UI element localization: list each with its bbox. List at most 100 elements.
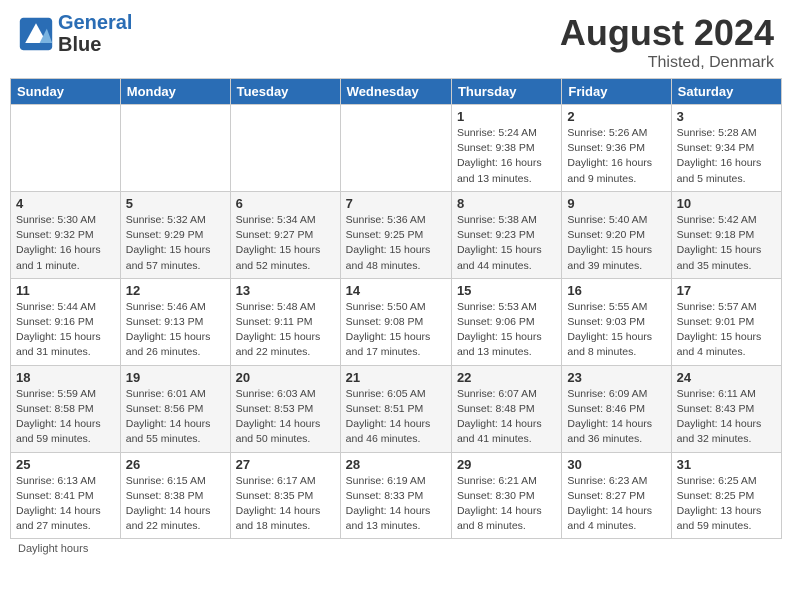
day-cell bbox=[230, 105, 340, 192]
day-number: 5 bbox=[126, 196, 225, 211]
day-info: Sunrise: 5:55 AM Sunset: 9:03 PM Dayligh… bbox=[567, 300, 665, 361]
logo: General Blue bbox=[18, 12, 132, 56]
day-cell bbox=[11, 105, 121, 192]
day-info: Sunrise: 6:01 AM Sunset: 8:56 PM Dayligh… bbox=[126, 387, 225, 448]
day-info: Sunrise: 5:48 AM Sunset: 9:11 PM Dayligh… bbox=[236, 300, 335, 361]
day-info: Sunrise: 5:57 AM Sunset: 9:01 PM Dayligh… bbox=[677, 300, 776, 361]
day-number: 31 bbox=[677, 457, 776, 472]
day-info: Sunrise: 5:24 AM Sunset: 9:38 PM Dayligh… bbox=[457, 126, 556, 187]
day-number: 15 bbox=[457, 283, 556, 298]
day-number: 20 bbox=[236, 370, 335, 385]
day-info: Sunrise: 5:46 AM Sunset: 9:13 PM Dayligh… bbox=[126, 300, 225, 361]
day-number: 7 bbox=[346, 196, 446, 211]
day-cell: 31 Sunrise: 6:25 AM Sunset: 8:25 PM Dayli… bbox=[671, 452, 781, 539]
day-cell: 9 Sunrise: 5:40 AM Sunset: 9:20 PM Daylig… bbox=[562, 191, 671, 278]
day-info: Sunrise: 6:19 AM Sunset: 8:33 PM Dayligh… bbox=[346, 474, 446, 535]
day-cell: 16 Sunrise: 5:55 AM Sunset: 9:03 PM Dayli… bbox=[562, 278, 671, 365]
day-info: Sunrise: 5:30 AM Sunset: 9:32 PM Dayligh… bbox=[16, 213, 115, 274]
day-number: 16 bbox=[567, 283, 665, 298]
day-cell: 22Sunrise: 6:07 AM Sunset: 8:48 PM Dayli… bbox=[451, 365, 561, 452]
day-number: 3 bbox=[677, 109, 776, 124]
logo-text: General Blue bbox=[58, 12, 132, 56]
calendar-header-row: SundayMondayTuesdayWednesdayThursdayFrid… bbox=[11, 79, 782, 105]
day-number: 21 bbox=[346, 370, 446, 385]
day-info: Sunrise: 6:23 AM Sunset: 8:27 PM Dayligh… bbox=[567, 474, 665, 535]
week-row-4: 18 Sunrise: 5:59 AM Sunset: 8:58 PM Dayli… bbox=[11, 365, 782, 452]
day-info: Sunrise: 5:44 AM Sunset: 9:16 PM Dayligh… bbox=[16, 300, 115, 361]
day-number: 9 bbox=[567, 196, 665, 211]
day-number: 19 bbox=[126, 370, 225, 385]
header: General Blue August 2024 Thisted, Denmar… bbox=[0, 0, 792, 78]
footer: Daylight hours bbox=[0, 539, 792, 559]
day-info: Sunrise: 6:05 AM Sunset: 8:51 PM Dayligh… bbox=[346, 387, 446, 448]
day-cell: 24Sunrise: 6:11 AM Sunset: 8:43 PM Dayli… bbox=[671, 365, 781, 452]
day-number: 30 bbox=[567, 457, 665, 472]
title-block: August 2024 Thisted, Denmark bbox=[560, 12, 774, 72]
subtitle: Thisted, Denmark bbox=[560, 54, 774, 72]
day-number: 1 bbox=[457, 109, 556, 124]
day-cell: 26 Sunrise: 6:15 AM Sunset: 8:38 PM Dayli… bbox=[120, 452, 230, 539]
day-cell: 23Sunrise: 6:09 AM Sunset: 8:46 PM Dayli… bbox=[562, 365, 671, 452]
day-info: Sunrise: 6:07 AM Sunset: 8:48 PM Dayligh… bbox=[457, 387, 556, 448]
day-cell: 10Sunrise: 5:42 AM Sunset: 9:18 PM Dayli… bbox=[671, 191, 781, 278]
calendar-table: SundayMondayTuesdayWednesdayThursdayFrid… bbox=[10, 78, 782, 539]
day-info: Sunrise: 5:53 AM Sunset: 9:06 PM Dayligh… bbox=[457, 300, 556, 361]
day-number: 6 bbox=[236, 196, 335, 211]
day-number: 4 bbox=[16, 196, 115, 211]
header-cell-tuesday: Tuesday bbox=[230, 79, 340, 105]
day-info: Sunrise: 5:26 AM Sunset: 9:36 PM Dayligh… bbox=[567, 126, 665, 187]
day-cell: 4 Sunrise: 5:30 AM Sunset: 9:32 PM Daylig… bbox=[11, 191, 121, 278]
day-cell: 30 Sunrise: 6:23 AM Sunset: 8:27 PM Dayli… bbox=[562, 452, 671, 539]
day-info: Sunrise: 5:59 AM Sunset: 8:58 PM Dayligh… bbox=[16, 387, 115, 448]
day-info: Sunrise: 5:50 AM Sunset: 9:08 PM Dayligh… bbox=[346, 300, 446, 361]
day-info: Sunrise: 5:34 AM Sunset: 9:27 PM Dayligh… bbox=[236, 213, 335, 274]
day-number: 23 bbox=[567, 370, 665, 385]
day-cell: 3 Sunrise: 5:28 AM Sunset: 9:34 PM Daylig… bbox=[671, 105, 781, 192]
day-cell: 12Sunrise: 5:46 AM Sunset: 9:13 PM Dayli… bbox=[120, 278, 230, 365]
header-cell-wednesday: Wednesday bbox=[340, 79, 451, 105]
day-info: Sunrise: 6:03 AM Sunset: 8:53 PM Dayligh… bbox=[236, 387, 335, 448]
day-number: 8 bbox=[457, 196, 556, 211]
day-info: Sunrise: 5:38 AM Sunset: 9:23 PM Dayligh… bbox=[457, 213, 556, 274]
logo-line1: General bbox=[58, 12, 132, 34]
logo-icon bbox=[18, 16, 54, 52]
day-info: Sunrise: 6:15 AM Sunset: 8:38 PM Dayligh… bbox=[126, 474, 225, 535]
header-cell-saturday: Saturday bbox=[671, 79, 781, 105]
day-cell: 1 Sunrise: 5:24 AM Sunset: 9:38 PM Daylig… bbox=[451, 105, 561, 192]
day-number: 14 bbox=[346, 283, 446, 298]
week-row-5: 25Sunrise: 6:13 AM Sunset: 8:41 PM Dayli… bbox=[11, 452, 782, 539]
day-number: 29 bbox=[457, 457, 556, 472]
day-cell: 19 Sunrise: 6:01 AM Sunset: 8:56 PM Dayli… bbox=[120, 365, 230, 452]
day-cell: 21 Sunrise: 6:05 AM Sunset: 8:51 PM Dayli… bbox=[340, 365, 451, 452]
day-info: Sunrise: 5:32 AM Sunset: 9:29 PM Dayligh… bbox=[126, 213, 225, 274]
day-info: Sunrise: 6:25 AM Sunset: 8:25 PM Dayligh… bbox=[677, 474, 776, 535]
header-cell-sunday: Sunday bbox=[11, 79, 121, 105]
day-cell: 27Sunrise: 6:17 AM Sunset: 8:35 PM Dayli… bbox=[230, 452, 340, 539]
day-number: 25 bbox=[16, 457, 115, 472]
day-number: 26 bbox=[126, 457, 225, 472]
day-cell: 11Sunrise: 5:44 AM Sunset: 9:16 PM Dayli… bbox=[11, 278, 121, 365]
week-row-2: 4 Sunrise: 5:30 AM Sunset: 9:32 PM Daylig… bbox=[11, 191, 782, 278]
week-row-3: 11Sunrise: 5:44 AM Sunset: 9:16 PM Dayli… bbox=[11, 278, 782, 365]
day-cell: 20 Sunrise: 6:03 AM Sunset: 8:53 PM Dayli… bbox=[230, 365, 340, 452]
day-cell: 28 Sunrise: 6:19 AM Sunset: 8:33 PM Dayli… bbox=[340, 452, 451, 539]
day-number: 18 bbox=[16, 370, 115, 385]
header-cell-friday: Friday bbox=[562, 79, 671, 105]
day-info: Sunrise: 5:28 AM Sunset: 9:34 PM Dayligh… bbox=[677, 126, 776, 187]
day-number: 28 bbox=[346, 457, 446, 472]
day-cell: 18 Sunrise: 5:59 AM Sunset: 8:58 PM Dayli… bbox=[11, 365, 121, 452]
day-cell: 25Sunrise: 6:13 AM Sunset: 8:41 PM Dayli… bbox=[11, 452, 121, 539]
day-number: 13 bbox=[236, 283, 335, 298]
day-cell: 14 Sunrise: 5:50 AM Sunset: 9:08 PM Dayli… bbox=[340, 278, 451, 365]
week-row-1: 1 Sunrise: 5:24 AM Sunset: 9:38 PM Daylig… bbox=[11, 105, 782, 192]
header-cell-thursday: Thursday bbox=[451, 79, 561, 105]
page-container: General Blue August 2024 Thisted, Denmar… bbox=[0, 0, 792, 559]
day-info: Sunrise: 5:36 AM Sunset: 9:25 PM Dayligh… bbox=[346, 213, 446, 274]
day-info: Sunrise: 6:11 AM Sunset: 8:43 PM Dayligh… bbox=[677, 387, 776, 448]
calendar-wrapper: SundayMondayTuesdayWednesdayThursdayFrid… bbox=[0, 78, 792, 539]
day-cell: 7 Sunrise: 5:36 AM Sunset: 9:25 PM Daylig… bbox=[340, 191, 451, 278]
day-info: Sunrise: 5:42 AM Sunset: 9:18 PM Dayligh… bbox=[677, 213, 776, 274]
main-title: August 2024 bbox=[560, 12, 774, 54]
day-info: Sunrise: 5:40 AM Sunset: 9:20 PM Dayligh… bbox=[567, 213, 665, 274]
logo-line2: Blue bbox=[58, 34, 132, 56]
